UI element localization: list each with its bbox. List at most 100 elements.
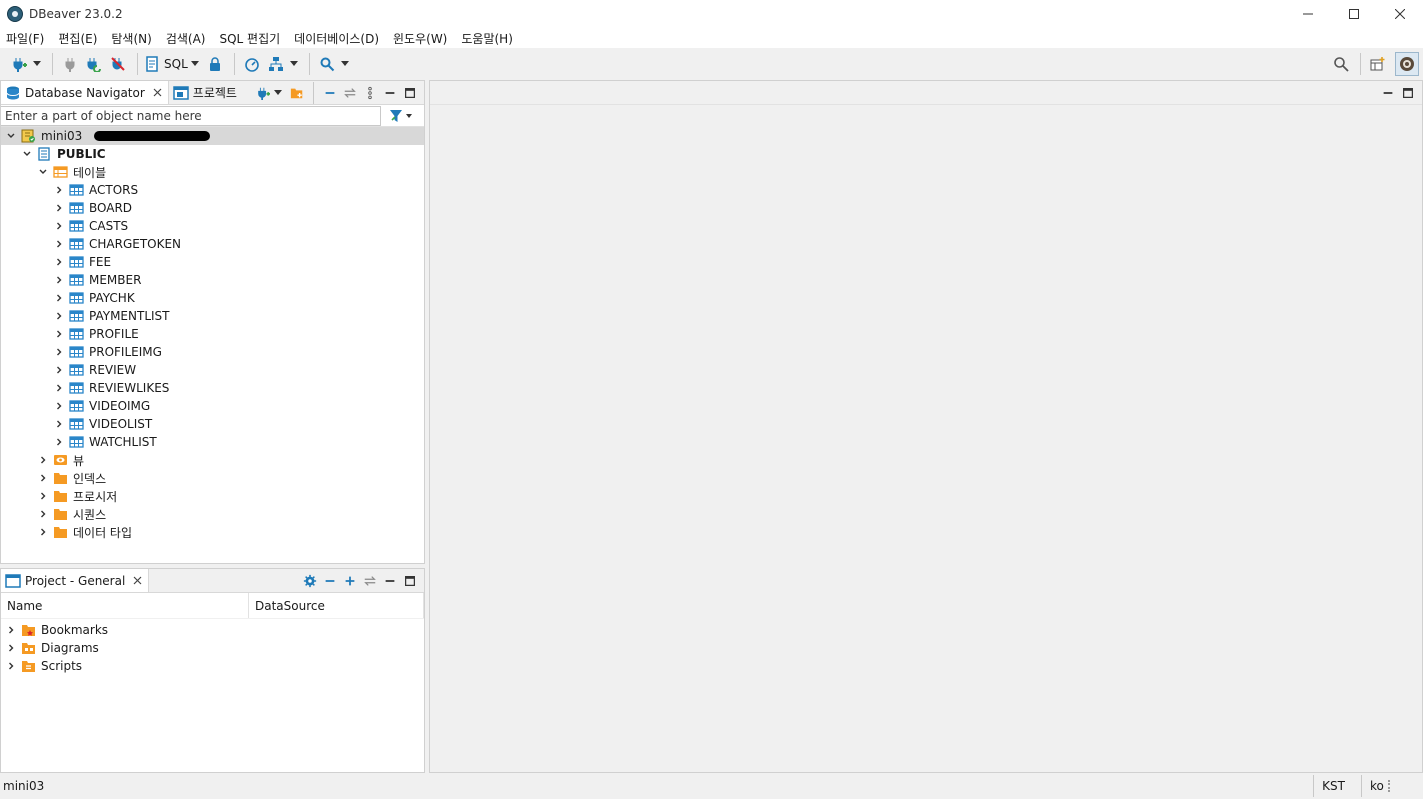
menu-window[interactable]: 윈도우(W)	[393, 30, 447, 47]
filter-config-button[interactable]	[381, 106, 421, 126]
chevron-right-icon[interactable]	[5, 642, 17, 654]
chevron-right-icon[interactable]	[53, 364, 65, 376]
chevron-right-icon[interactable]	[53, 184, 65, 196]
status-timezone[interactable]: KST	[1313, 775, 1353, 797]
dbeaver-perspective-button[interactable]	[1395, 51, 1419, 76]
tree-item-table[interactable]: MEMBER	[1, 271, 424, 289]
chevron-right-icon[interactable]	[53, 256, 65, 268]
project-tree-item[interactable]: Scripts	[1, 657, 424, 675]
new-connection-dropdown[interactable]	[32, 52, 42, 76]
schema-compare-button[interactable]	[265, 52, 287, 76]
global-search-button[interactable]	[1330, 52, 1352, 76]
minimize-view-tool[interactable]	[380, 571, 400, 591]
tree-item-table[interactable]: BOARD	[1, 199, 424, 217]
chevron-right-icon[interactable]	[53, 436, 65, 448]
schema-compare-dropdown[interactable]	[289, 52, 299, 76]
chevron-right-icon[interactable]	[5, 660, 17, 672]
new-connection-button[interactable]	[8, 52, 30, 76]
chevron-right-icon[interactable]	[53, 202, 65, 214]
open-perspective-button[interactable]	[1367, 52, 1389, 76]
close-icon[interactable]	[153, 88, 162, 97]
chevron-right-icon[interactable]	[37, 526, 49, 538]
menu-navigate[interactable]: 탐색(N)	[111, 30, 151, 47]
tree-item-table[interactable]: REVIEW	[1, 361, 424, 379]
tree-item-table[interactable]: ACTORS	[1, 181, 424, 199]
search-dropdown[interactable]	[340, 52, 350, 76]
disconnect-button[interactable]	[107, 52, 129, 76]
tree-item-table[interactable]: VIDEOLIST	[1, 415, 424, 433]
maximize-view-tool[interactable]	[400, 571, 420, 591]
tree-item-tables-folder[interactable]: 테이블	[1, 163, 424, 181]
menu-edit[interactable]: 편집(E)	[58, 30, 97, 47]
maximize-editor-tool[interactable]	[1398, 83, 1418, 103]
link-with-editor-tool[interactable]	[360, 571, 380, 591]
collapse-all-tool[interactable]	[320, 83, 340, 103]
new-connection-tool-dropdown[interactable]	[273, 81, 283, 105]
chevron-down-icon[interactable]	[5, 130, 17, 142]
tree-item-folder[interactable]: 프로시저	[1, 487, 424, 505]
menu-help[interactable]: 도움말(H)	[461, 30, 513, 47]
menu-file[interactable]: 파일(F)	[6, 30, 44, 47]
new-folder-tool[interactable]	[287, 83, 307, 103]
tree-item-table[interactable]: VIDEOIMG	[1, 397, 424, 415]
chevron-right-icon[interactable]	[53, 310, 65, 322]
tab-projects[interactable]: 프로젝트	[169, 81, 243, 104]
chevron-right-icon[interactable]	[5, 624, 17, 636]
dashboard-button[interactable]	[241, 52, 263, 76]
menu-sql-editor[interactable]: SQL 편집기	[219, 30, 280, 47]
minimize-view-tool[interactable]	[380, 83, 400, 103]
reconnect-button[interactable]	[83, 52, 105, 76]
maximize-view-tool[interactable]	[400, 83, 420, 103]
menu-database[interactable]: 데이터베이스(D)	[294, 30, 379, 47]
search-toolbar-button[interactable]	[316, 52, 338, 76]
tree-item-table[interactable]: CASTS	[1, 217, 424, 235]
tab-project-general[interactable]: Project - General	[1, 569, 150, 592]
chevron-right-icon[interactable]	[53, 382, 65, 394]
chevron-down-icon[interactable]	[37, 166, 49, 178]
link-with-editor-tool[interactable]	[340, 83, 360, 103]
close-icon[interactable]	[133, 576, 142, 585]
tree-item-folder[interactable]: 뷰	[1, 451, 424, 469]
column-header-name[interactable]: Name	[1, 592, 249, 618]
tree-item-table[interactable]: PROFILEIMG	[1, 343, 424, 361]
menu-search[interactable]: 검색(A)	[166, 30, 206, 47]
tree-item-folder[interactable]: 인덱스	[1, 469, 424, 487]
configure-tool[interactable]	[300, 571, 320, 591]
tree-item-table[interactable]: PAYMENTLIST	[1, 307, 424, 325]
tree-item-connection[interactable]: mini03	[1, 127, 424, 145]
column-header-datasource[interactable]: DataSource	[249, 592, 424, 618]
chevron-right-icon[interactable]	[53, 238, 65, 250]
chevron-right-icon[interactable]	[37, 472, 49, 484]
chevron-right-icon[interactable]	[53, 328, 65, 340]
tree-item-folder[interactable]: 데이터 타입	[1, 523, 424, 541]
chevron-down-icon[interactable]	[21, 148, 33, 160]
object-filter-input[interactable]	[1, 105, 381, 126]
status-locale[interactable]: ko	[1361, 775, 1423, 797]
expand-all-tool[interactable]	[340, 571, 360, 591]
tree-item-table[interactable]: PAYCHK	[1, 289, 424, 307]
sql-editor-dropdown[interactable]	[190, 52, 200, 76]
chevron-right-icon[interactable]	[53, 292, 65, 304]
chevron-right-icon[interactable]	[53, 274, 65, 286]
tab-database-navigator[interactable]: Database Navigator	[1, 81, 169, 104]
tree-item-table[interactable]: REVIEWLIKES	[1, 379, 424, 397]
tree-item-table[interactable]: WATCHLIST	[1, 433, 424, 451]
minimize-editor-tool[interactable]	[1378, 83, 1398, 103]
chevron-right-icon[interactable]	[37, 490, 49, 502]
chevron-right-icon[interactable]	[37, 454, 49, 466]
transaction-lock-button[interactable]	[204, 52, 226, 76]
view-menu-tool[interactable]	[360, 83, 380, 103]
minimize-button[interactable]	[1285, 0, 1331, 28]
tree-item-table[interactable]: PROFILE	[1, 325, 424, 343]
tree-item-schema[interactable]: PUBLIC	[1, 145, 424, 163]
tree-item-folder[interactable]: 시퀀스	[1, 505, 424, 523]
chevron-right-icon[interactable]	[53, 400, 65, 412]
chevron-right-icon[interactable]	[53, 346, 65, 358]
chevron-right-icon[interactable]	[53, 418, 65, 430]
project-tree-item[interactable]: Diagrams	[1, 639, 424, 657]
tree-item-table[interactable]: FEE	[1, 253, 424, 271]
maximize-button[interactable]	[1331, 0, 1377, 28]
sql-editor-button[interactable]: SQL	[144, 52, 188, 76]
collapse-all-tool[interactable]	[320, 571, 340, 591]
project-tree-item[interactable]: Bookmarks	[1, 621, 424, 639]
